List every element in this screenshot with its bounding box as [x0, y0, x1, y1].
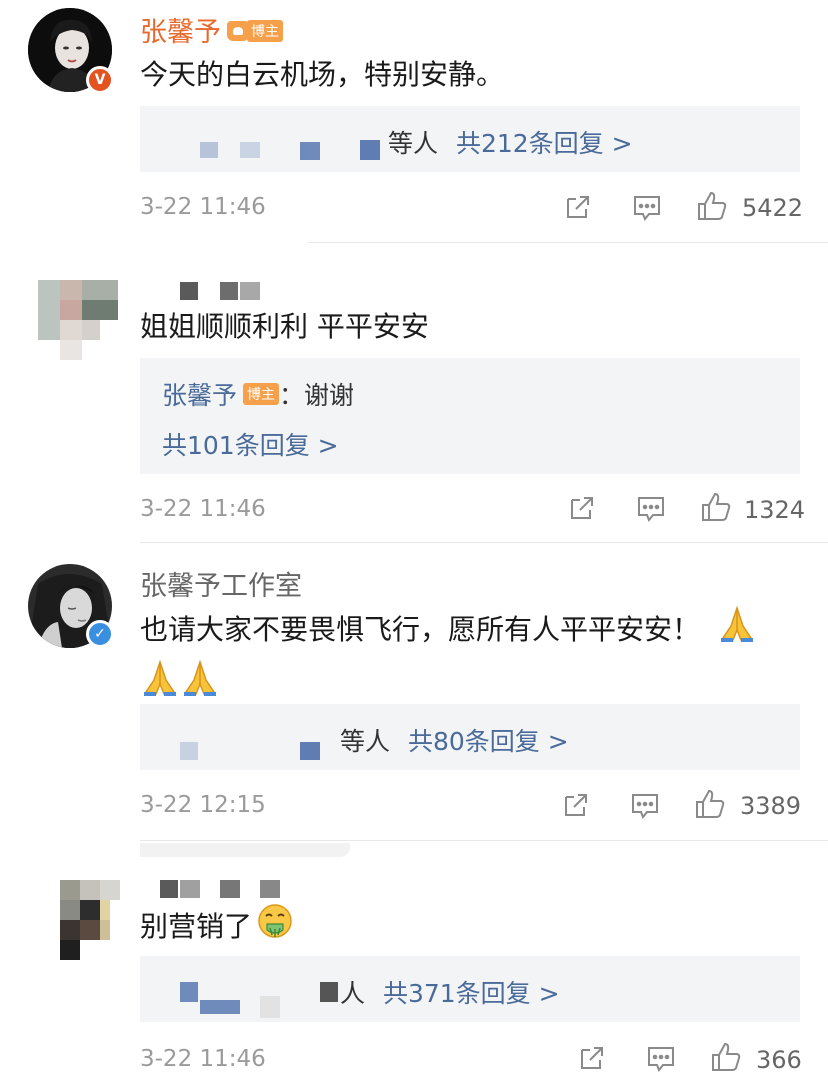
- comment-text: 别营销了: [140, 902, 800, 954]
- reply-text: 谢谢: [304, 381, 355, 410]
- avatar[interactable]: [38, 280, 118, 360]
- reply-suffix: 等人: [340, 727, 391, 756]
- like-count: 3389: [740, 792, 802, 820]
- like-icon[interactable]: [696, 190, 728, 226]
- like-icon[interactable]: [710, 1041, 742, 1077]
- avatar[interactable]: [60, 880, 140, 960]
- comment-text: 今天的白云机场，特别安静。: [140, 58, 505, 91]
- like-count: 1324: [744, 496, 806, 524]
- share-icon[interactable]: [578, 1044, 606, 1076]
- pray-emoji: [717, 604, 757, 658]
- reply-count-link[interactable]: 共371条回复 >: [383, 979, 560, 1008]
- reply-preview[interactable]: 等人 共212条回复 >: [140, 106, 800, 172]
- reply-suffix: 人: [340, 979, 366, 1008]
- timestamp: 3-22 11:46: [140, 194, 266, 220]
- like-count: 5422: [742, 194, 804, 222]
- user-name[interactable]: 张馨予工作室: [140, 564, 302, 603]
- blurred-username: [180, 982, 198, 1002]
- comment-icon[interactable]: [636, 495, 666, 527]
- share-icon[interactable]: [568, 494, 596, 526]
- share-icon[interactable]: [564, 193, 592, 225]
- reply-preview[interactable]: 张馨予 博主 ：谢谢 共101条回复 >: [140, 358, 800, 474]
- share-icon[interactable]: [562, 791, 590, 823]
- verified-badge: V: [86, 66, 114, 94]
- reply-author[interactable]: 张馨予: [162, 381, 237, 410]
- comment-icon[interactable]: [646, 1045, 676, 1077]
- blurred-username: [160, 880, 178, 898]
- host-badge: 博主: [227, 19, 283, 42]
- comment-item: 别营销了 人 共371条回复 > 3-22 11:46 366: [0, 840, 828, 1091]
- comment-item: V 张馨予 博主 今天的白云机场，特别安静。 等人 共212条回复 > 3-22 …: [0, 0, 828, 240]
- comment-item: 姐姐顺顺利利 平平安安 张馨予 博主 ：谢谢 共101条回复 > 3-22 11:4…: [0, 242, 828, 542]
- reply-preview[interactable]: 人 共371条回复 >: [140, 956, 800, 1022]
- like-icon[interactable]: [700, 491, 732, 527]
- user-name[interactable]: 张馨予 博主: [140, 10, 283, 49]
- comment-text: 姐姐顺顺利利 平平安安: [140, 310, 429, 343]
- like-count: 366: [756, 1046, 802, 1074]
- comment-text: 也请大家不要畏惧飞行，愿所有人平平安安！: [140, 604, 812, 712]
- blurred-username: [180, 742, 198, 760]
- timestamp: 3-22 11:46: [140, 496, 266, 522]
- host-badge: 博主: [243, 383, 280, 405]
- reply-preview[interactable]: 等人 共80条回复 >: [140, 704, 800, 770]
- verified-badge: ✓: [86, 620, 114, 648]
- blurred-username: [200, 142, 218, 158]
- blurred-username: [180, 282, 198, 300]
- reply-count-link[interactable]: 共80条回复 >: [408, 727, 569, 756]
- reply-count-link[interactable]: 共212条回复 >: [456, 129, 633, 158]
- crown-icon: [227, 20, 249, 41]
- reply-count-link[interactable]: 共101条回复 >: [162, 426, 339, 462]
- like-icon[interactable]: [694, 788, 726, 824]
- timestamp: 3-22 11:46: [140, 1046, 266, 1072]
- comment-icon[interactable]: [630, 792, 660, 824]
- comment-icon[interactable]: [632, 194, 662, 226]
- comment-item: ✓ 张馨予工作室 也请大家不要畏惧飞行，愿所有人平平安安！ 等人 共80条回复 …: [0, 542, 828, 840]
- reply-suffix: 等人: [388, 129, 439, 158]
- vomit-emoji: [256, 902, 294, 954]
- timestamp: 3-22 12:15: [140, 792, 266, 818]
